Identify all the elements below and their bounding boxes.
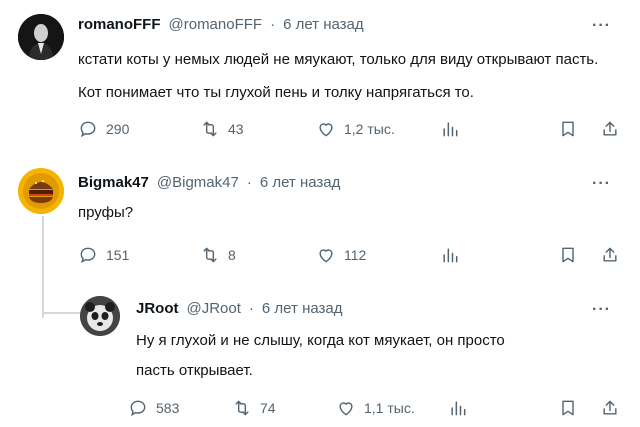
thread-elbow — [42, 300, 80, 314]
bookmark-icon — [562, 247, 574, 263]
like-icon — [319, 123, 333, 137]
avatar[interactable] — [18, 168, 64, 214]
share-button[interactable] — [600, 398, 620, 418]
tweet-actions: 583 74 1,1 тыс. — [0, 398, 640, 420]
like-count: 112 — [344, 247, 367, 263]
tweet-text-line: пруфы? — [78, 204, 134, 221]
separator-dot: · — [270, 16, 276, 33]
views-button[interactable] — [448, 398, 468, 418]
more-options-icon[interactable]: ··· — [592, 176, 611, 192]
tweet-actions: 290 43 1,2 тыс. — [0, 119, 640, 141]
retweet-button[interactable]: 8 — [200, 245, 236, 265]
reply-button[interactable]: 151 — [78, 245, 129, 265]
reply-icon — [130, 400, 146, 417]
tweet-actions: 151 8 112 — [0, 245, 640, 267]
timestamp[interactable]: 6 лет назад — [260, 174, 341, 191]
views-button[interactable] — [440, 119, 460, 139]
retweet-button[interactable]: 74 — [232, 398, 276, 418]
views-button[interactable] — [440, 245, 460, 265]
timestamp[interactable]: 6 лет назад — [283, 16, 364, 33]
reply-button[interactable]: 290 — [78, 119, 129, 139]
share-icon — [603, 247, 617, 262]
retweet-icon — [203, 121, 217, 137]
retweet-button[interactable]: 43 — [200, 119, 244, 139]
share-button[interactable] — [600, 245, 620, 265]
views-icon — [443, 248, 458, 263]
more-options-icon[interactable]: ··· — [592, 18, 611, 34]
display-name[interactable]: romanoFFF — [78, 16, 161, 33]
tweet-text-line: пасть открывает. — [136, 362, 253, 379]
user-handle[interactable]: @Bigmak47 — [157, 174, 239, 191]
user-handle[interactable]: @JRoot — [187, 300, 241, 317]
like-icon — [319, 249, 333, 263]
like-icon — [339, 402, 353, 416]
retweet-count: 43 — [228, 121, 244, 137]
retweet-icon — [235, 400, 249, 416]
share-icon — [603, 400, 617, 415]
tweet-text-line: Ну я глухой и не слышу, когда кот мяукае… — [136, 332, 505, 349]
separator-dot: · — [246, 174, 252, 191]
reply-count: 151 — [106, 247, 130, 263]
like-count: 1,2 тыс. — [344, 121, 395, 137]
avatar[interactable] — [18, 14, 64, 60]
like-button[interactable]: 1,2 тыс. — [316, 119, 395, 139]
views-icon — [451, 401, 466, 416]
views-icon — [443, 122, 458, 137]
like-count: 1,1 тыс. — [364, 400, 415, 416]
reply-icon — [80, 247, 96, 264]
like-button[interactable]: 1,1 тыс. — [336, 398, 415, 418]
reply-button[interactable]: 583 — [128, 398, 179, 418]
retweet-count: 74 — [260, 400, 276, 416]
share-icon — [603, 121, 617, 136]
bookmark-button[interactable] — [558, 398, 578, 418]
timestamp[interactable]: 6 лет назад — [262, 300, 343, 317]
bookmark-button[interactable] — [558, 245, 578, 265]
reply-icon — [80, 121, 96, 138]
tweet-text-line: кстати коты у немых людей не мяукают, то… — [78, 51, 599, 68]
bookmark-icon — [562, 400, 574, 416]
user-handle[interactable]: @romanoFFF — [169, 16, 263, 33]
display-name[interactable]: Bigmak47 — [78, 174, 149, 191]
more-options-icon[interactable]: ··· — [592, 302, 611, 318]
avatar[interactable] — [80, 296, 120, 336]
reply-count: 290 — [106, 121, 130, 137]
bookmark-icon — [562, 121, 574, 137]
share-button[interactable] — [600, 119, 620, 139]
reply-count: 583 — [156, 400, 180, 416]
retweet-count: 8 — [228, 247, 236, 263]
separator-dot: · — [248, 300, 254, 317]
like-button[interactable]: 112 — [316, 245, 366, 265]
display-name[interactable]: JRoot — [136, 300, 179, 317]
bookmark-button[interactable] — [558, 119, 578, 139]
retweet-icon — [203, 247, 217, 263]
tweet-text-line: Кот понимает что ты глухой пень и толку … — [78, 84, 474, 101]
